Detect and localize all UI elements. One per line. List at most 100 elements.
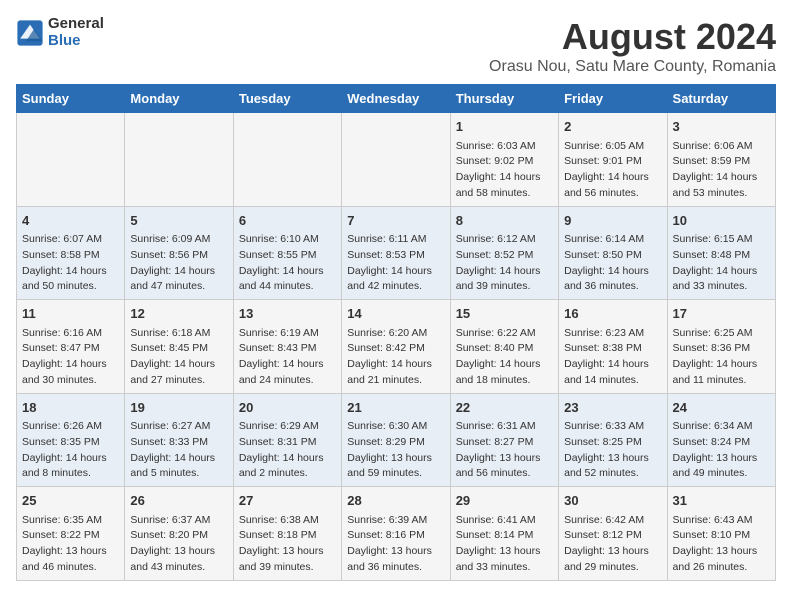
calendar-cell: 24Sunrise: 6:34 AMSunset: 8:24 PMDayligh… <box>667 393 775 487</box>
day-info: Sunset: 8:14 PM <box>456 528 553 544</box>
day-info: and 36 minutes. <box>347 560 444 576</box>
day-info: Sunrise: 6:23 AM <box>564 326 661 342</box>
day-info: Sunset: 8:55 PM <box>239 248 336 264</box>
day-info: and 21 minutes. <box>347 373 444 389</box>
day-info: and 53 minutes. <box>673 186 770 202</box>
calendar-header: SundayMondayTuesdayWednesdayThursdayFrid… <box>17 85 776 113</box>
calendar-cell: 30 Sunrise: 6:42 AMSunset: 8:12 PMDayligh… <box>559 487 667 581</box>
day-info: and 30 minutes. <box>22 373 119 389</box>
day-number: 13 <box>239 304 336 324</box>
week-row-3: 11 Sunrise: 6:16 AMSunset: 8:47 PM Dayligh… <box>17 300 776 394</box>
day-number: 3 <box>673 117 770 137</box>
day-info: Sunrise: 6:18 AM <box>130 326 227 342</box>
calendar-cell: 31Sunrise: 6:43 AMSunset: 8:10 PMDayligh… <box>667 487 775 581</box>
day-number: 30 <box>564 491 661 511</box>
day-info: Sunset: 8:38 PM <box>564 341 661 357</box>
day-info: Sunrise: 6:07 AM <box>22 232 119 248</box>
day-info: Sunset: 8:10 PM <box>673 528 770 544</box>
day-number: 18 <box>22 398 119 418</box>
day-info: Sunset: 8:47 PM <box>22 341 119 357</box>
title-area: August 2024 Orasu Nou, Satu Mare County,… <box>489 16 776 76</box>
calendar-cell: 10Sunrise: 6:15 AMSunset: 8:48 PMDayligh… <box>667 206 775 300</box>
day-info: Sunset: 8:43 PM <box>239 341 336 357</box>
day-info: Sunrise: 6:16 AM <box>22 326 119 342</box>
day-info: and 24 minutes. <box>239 373 336 389</box>
col-header-friday: Friday <box>559 85 667 113</box>
day-info: and 58 minutes. <box>456 186 553 202</box>
day-info: and 44 minutes. <box>239 279 336 295</box>
calendar-cell: 18Sunrise: 6:26 AMSunset: 8:35 PMDayligh… <box>17 393 125 487</box>
col-header-sunday: Sunday <box>17 85 125 113</box>
day-info: Sunset: 8:27 PM <box>456 435 553 451</box>
day-info: and 11 minutes. <box>673 373 770 389</box>
day-info: and 18 minutes. <box>456 373 553 389</box>
calendar-cell: 15Sunrise: 6:22 AMSunset: 8:40 PMDayligh… <box>450 300 558 394</box>
col-header-monday: Monday <box>125 85 233 113</box>
day-info: Daylight: 14 hours <box>456 264 553 280</box>
header: General Blue August 2024 Orasu Nou, Satu… <box>16 16 776 76</box>
day-number: 11 <box>22 304 119 324</box>
day-info: Sunrise: 6:26 AM <box>22 419 119 435</box>
day-info: Sunset: 8:50 PM <box>564 248 661 264</box>
day-info: and 26 minutes. <box>673 560 770 576</box>
day-number: 14 <box>347 304 444 324</box>
day-info: Sunrise: 6:19 AM <box>239 326 336 342</box>
day-info: Sunrise: 6:35 AM <box>22 513 119 529</box>
day-number: 23 <box>564 398 661 418</box>
day-info: Sunset: 8:16 PM <box>347 528 444 544</box>
day-info: Daylight: 13 hours <box>239 544 336 560</box>
day-number: 7 <box>347 211 444 231</box>
calendar-cell <box>342 113 450 207</box>
day-info: Sunset: 8:12 PM <box>564 528 661 544</box>
day-info: Sunrise: 6:11 AM <box>347 232 444 248</box>
calendar-table: SundayMondayTuesdayWednesdayThursdayFrid… <box>16 84 776 581</box>
calendar-cell <box>17 113 125 207</box>
day-number: 26 <box>130 491 227 511</box>
col-header-thursday: Thursday <box>450 85 558 113</box>
week-row-5: 25Sunrise: 6:35 AMSunset: 8:22 PMDayligh… <box>17 487 776 581</box>
day-info: Sunrise: 6:03 AM <box>456 139 553 155</box>
day-info: Sunrise: 6:20 AM <box>347 326 444 342</box>
logo-icon <box>16 19 44 47</box>
day-info: Sunrise: 6:05 AM <box>564 139 661 155</box>
day-info: Sunrise: 6:42 AM <box>564 513 661 529</box>
day-info: Sunset: 8:59 PM <box>673 154 770 170</box>
day-info: and 39 minutes. <box>456 279 553 295</box>
day-info: Sunrise: 6:06 AM <box>673 139 770 155</box>
calendar-cell: 13 Sunrise: 6:19 AMSunset: 8:43 PMDayligh… <box>233 300 341 394</box>
day-info: Sunrise: 6:31 AM <box>456 419 553 435</box>
day-info: Daylight: 14 hours <box>564 264 661 280</box>
day-info: Sunrise: 6:27 AM <box>130 419 227 435</box>
day-number: 4 <box>22 211 119 231</box>
day-info: and 36 minutes. <box>564 279 661 295</box>
calendar-cell: 11Sunrise: 6:16 AMSunset: 8:47 PMDayligh… <box>17 300 125 394</box>
day-info: Daylight: 14 hours <box>239 357 336 373</box>
day-info: Sunset: 9:01 PM <box>564 154 661 170</box>
day-info: Daylight: 13 hours <box>564 544 661 560</box>
day-info: Sunset: 8:58 PM <box>22 248 119 264</box>
day-info: Daylight: 14 hours <box>456 170 553 186</box>
day-info: and 2 minutes. <box>239 466 336 482</box>
calendar-cell <box>125 113 233 207</box>
day-info: Daylight: 14 hours <box>673 264 770 280</box>
day-info: Daylight: 14 hours <box>239 451 336 467</box>
day-info: Daylight: 13 hours <box>564 451 661 467</box>
day-info: Sunrise: 6:14 AM <box>564 232 661 248</box>
day-number: 29 <box>456 491 553 511</box>
day-info: Sunrise: 6:22 AM <box>456 326 553 342</box>
day-info: Sunrise: 6:30 AM <box>347 419 444 435</box>
logo-blue: Blue <box>48 33 104 50</box>
day-info: Sunrise: 6:38 AM <box>239 513 336 529</box>
day-info: Daylight: 14 hours <box>22 264 119 280</box>
day-info: Sunset: 8:40 PM <box>456 341 553 357</box>
calendar-cell: 23Sunrise: 6:33 AMSunset: 8:25 PMDayligh… <box>559 393 667 487</box>
day-info: Sunrise: 6:09 AM <box>130 232 227 248</box>
day-info: and 56 minutes. <box>456 466 553 482</box>
day-info: Daylight: 13 hours <box>347 451 444 467</box>
calendar-cell: 8Sunrise: 6:12 AMSunset: 8:52 PMDaylight… <box>450 206 558 300</box>
day-info: and 5 minutes. <box>130 466 227 482</box>
calendar-cell: 14Sunrise: 6:20 AMSunset: 8:42 PMDayligh… <box>342 300 450 394</box>
day-info: Sunrise: 6:15 AM <box>673 232 770 248</box>
col-header-saturday: Saturday <box>667 85 775 113</box>
day-info: Daylight: 14 hours <box>130 357 227 373</box>
